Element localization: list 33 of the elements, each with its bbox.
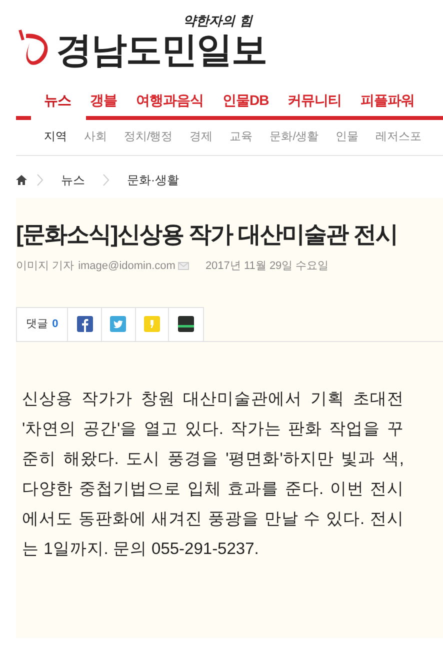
subnav-link[interactable]: 인물 bbox=[335, 128, 358, 146]
band-icon bbox=[178, 316, 194, 332]
nav-tab[interactable]: 갱블 bbox=[90, 90, 117, 110]
subnav-link[interactable]: 정치/행정 bbox=[124, 128, 173, 146]
chevron-icon bbox=[103, 174, 109, 186]
envelope-icon bbox=[178, 262, 190, 270]
email-link[interactable]: image@idomin.com bbox=[78, 258, 176, 274]
breadcrumb-link[interactable]: 문화·생활 bbox=[119, 171, 187, 189]
nav-tab[interactable]: 피플파워 bbox=[360, 90, 415, 110]
subnav-link[interactable]: 지역 bbox=[44, 128, 67, 146]
subnav-link[interactable]: 교육 bbox=[230, 128, 253, 146]
comment-label: 댓글 bbox=[26, 316, 48, 332]
article-body: 신상용 작가가 창원 대산미술관에서 기획 초대전 '차연의 공간'을 열고 있다. 작가는 판화 작업을 꾸준히 해왔다. 도시 풍경을 '평면화'하지만 빛과 색, 다양한 중첩기법으로 입체 효과를 준다. 이번 전시에서도 동판화에 새겨진 풍광을 만날 수 있다. 전시는 1일까지. 문의 055-291-5237. bbox=[22, 388, 404, 560]
subnav-link[interactable]: 문화/생활 bbox=[270, 128, 318, 146]
subnav-link[interactable]: 레저스포 bbox=[375, 128, 422, 146]
nav-tab[interactable]: 인물DB bbox=[222, 90, 269, 110]
logo-slogan: 약한자의 힘 bbox=[183, 15, 253, 28]
subnav-link[interactable]: 경제 bbox=[190, 128, 213, 146]
nav-tab[interactable]: 여행과음식 bbox=[136, 90, 204, 110]
byline: 이미지 기자 bbox=[16, 259, 74, 274]
article-title: [문화소식]신상용 작가 대산미술관 전시 bbox=[16, 220, 398, 249]
subnav-link[interactable]: 사회 bbox=[84, 128, 107, 146]
logo-text: 경남도민일보 bbox=[56, 28, 267, 72]
home-icon[interactable] bbox=[16, 175, 27, 185]
nav-tab[interactable]: 뉴스 bbox=[44, 90, 71, 110]
chevron-icon bbox=[37, 174, 43, 186]
quote-icon bbox=[144, 316, 160, 332]
comment-count: 0 bbox=[52, 316, 58, 332]
breadcrumb-link[interactable]: 뉴스 bbox=[53, 171, 93, 189]
facebook-icon bbox=[76, 316, 93, 332]
publish-date: 2017년 11월 29일 수요일 bbox=[205, 259, 329, 274]
bird-icon bbox=[110, 316, 126, 332]
nav-tab[interactable]: 커뮤니티 bbox=[288, 90, 342, 110]
